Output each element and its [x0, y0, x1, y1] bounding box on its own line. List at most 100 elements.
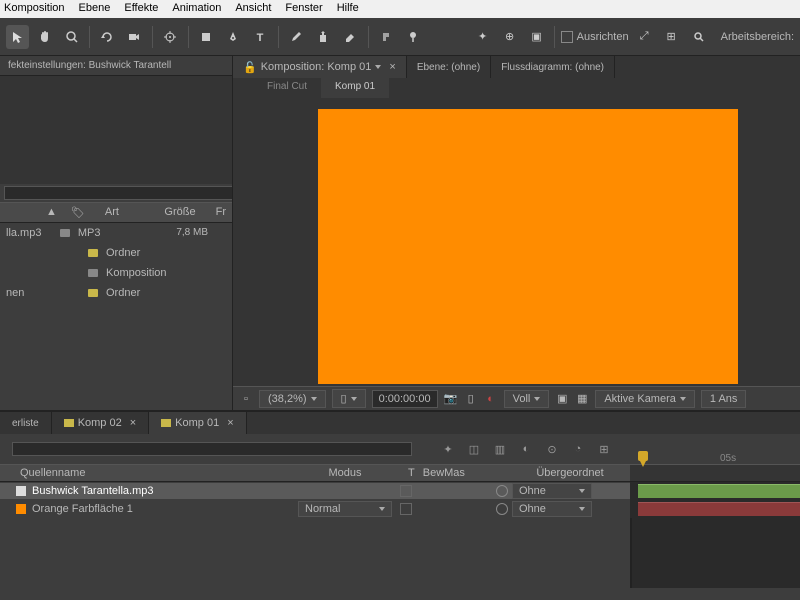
layer-track[interactable] [630, 482, 800, 500]
snap-grid-icon[interactable]: ⊞ [660, 25, 683, 49]
close-icon[interactable]: × [389, 61, 395, 73]
preserve-transparency-switch[interactable] [400, 503, 412, 515]
col-quellenname[interactable]: Quellenname [0, 465, 290, 481]
project-row[interactable]: Ordner [0, 243, 232, 263]
draft3d-icon[interactable]: ◫ [466, 441, 482, 457]
clone-tool[interactable] [312, 25, 335, 49]
timeline-tab-komp01[interactable]: Komp 01× [149, 412, 246, 434]
viewer-controls: ▫ (38,2%) ▯ 0:00:00:00 📷 ▯ ◐ Voll ▣ ▦ Ak… [233, 386, 800, 410]
tab-label: Komposition: Komp 01 [261, 61, 372, 73]
view-axis-icon[interactable]: ▣ [525, 25, 548, 49]
snapshot-icon[interactable]: 📷 [444, 392, 458, 406]
comp-mini-flow-icon[interactable]: ✦ [440, 441, 456, 457]
menu-animation[interactable]: Animation [172, 2, 221, 16]
motion-blur-icon[interactable]: ◐ [518, 441, 534, 457]
close-icon[interactable]: × [130, 417, 136, 429]
camera-tool[interactable] [123, 25, 146, 49]
file-icon [60, 229, 70, 237]
timeline-columns: Quellenname Modus TBewMas Übergeordnet [0, 464, 800, 482]
zoom-dropdown[interactable]: (38,2%) [259, 390, 326, 408]
solid-layer-icon [16, 504, 26, 514]
selection-tool[interactable] [6, 25, 29, 49]
menu-hilfe[interactable]: Hilfe [337, 2, 359, 16]
viewer-tab-layer[interactable]: Ebene: (ohne) [407, 56, 491, 78]
roi-icon[interactable]: ▣ [555, 392, 569, 406]
composition-canvas[interactable] [318, 109, 738, 384]
layer-search[interactable] [12, 442, 412, 456]
canvas-area[interactable] [233, 98, 800, 386]
transparency-grid-icon[interactable]: ▦ [575, 392, 589, 406]
layer-row[interactable]: Bushwick Tarantella.mp3 Ohne [0, 482, 800, 500]
anchor-tool[interactable] [159, 25, 182, 49]
pickwhip-icon[interactable] [496, 503, 508, 515]
always-preview-icon[interactable]: ▫ [239, 392, 253, 406]
col-modus[interactable]: Modus [290, 465, 400, 481]
col-switches[interactable]: TBewMas [400, 465, 510, 481]
channel-icon[interactable]: ◐ [484, 392, 498, 406]
mode-dropdown[interactable]: Normal [298, 501, 392, 517]
item-type: MP3 [78, 227, 158, 239]
project-row[interactable]: Komposition [0, 263, 232, 283]
preserve-transparency-switch[interactable] [400, 485, 412, 497]
menu-ebene[interactable]: Ebene [79, 2, 111, 16]
zoom-tool[interactable] [60, 25, 83, 49]
col-fr[interactable]: Fr [216, 206, 226, 219]
subtab-finalcut[interactable]: Final Cut [253, 78, 321, 98]
parent-dropdown[interactable]: Ohne [512, 501, 592, 517]
layer-bar[interactable] [638, 484, 800, 498]
eraser-tool[interactable] [339, 25, 362, 49]
col-groesse[interactable]: Größe [164, 206, 195, 219]
col-parent[interactable]: Übergeordnet [510, 465, 630, 481]
parent-dropdown[interactable]: Ohne [512, 483, 592, 499]
layer-track[interactable] [630, 500, 800, 518]
search-icon[interactable] [687, 25, 711, 49]
layer-name-text: Bushwick Tarantella.mp3 [32, 485, 153, 497]
brush-tool[interactable] [285, 25, 308, 49]
viewer-tab-composition[interactable]: 🔓 Komposition: Komp 01 × [233, 56, 407, 78]
graph-editor-icon[interactable]: ⊞ [596, 441, 612, 457]
project-header[interactable]: ▲ 🏷 Art Größe Fr [0, 202, 232, 223]
text-tool[interactable]: T [249, 25, 272, 49]
frame-blend-icon[interactable]: ▥ [492, 441, 508, 457]
menu-effekte[interactable]: Effekte [124, 2, 158, 16]
rotation-tool[interactable] [96, 25, 119, 49]
resolution-dropdown[interactable]: ▯ [332, 389, 366, 408]
menu-ansicht[interactable]: Ansicht [235, 2, 271, 16]
quality-dropdown[interactable]: Voll [504, 390, 550, 408]
local-axis-icon[interactable]: ✦ [471, 25, 494, 49]
viewer-tab-flowchart[interactable]: Flussdiagramm: (ohne) [491, 56, 615, 78]
roto-tool[interactable] [375, 25, 398, 49]
layer-row[interactable]: Orange Farbfläche 1 Normal Ohne [0, 500, 800, 518]
effects-panel-tab[interactable]: fekteinstellungen: Bushwick Tarantell [0, 56, 232, 76]
pickwhip-icon[interactable] [496, 485, 508, 497]
menu-fenster[interactable]: Fenster [285, 2, 322, 16]
layer-bar[interactable] [638, 502, 800, 516]
timeline-tab-render[interactable]: erliste [0, 412, 52, 434]
dropdown-icon[interactable] [375, 65, 381, 69]
hand-tool[interactable] [33, 25, 56, 49]
camera-dropdown[interactable]: Aktive Kamera [595, 390, 695, 408]
audio-layer-icon [16, 486, 26, 496]
pen-tool[interactable] [222, 25, 245, 49]
show-snapshot-icon[interactable]: ▯ [464, 392, 478, 406]
brainstorm-icon[interactable]: ⊙ [544, 441, 560, 457]
timeline-tabs: erliste Komp 02× Komp 01× [0, 412, 800, 434]
pin-tool[interactable] [402, 25, 425, 49]
project-row[interactable]: nen Ordner [0, 283, 232, 303]
timeline-tab-komp02[interactable]: Komp 02× [52, 412, 149, 434]
close-icon[interactable]: × [227, 417, 233, 429]
lock-icon: 🔓 [243, 61, 257, 74]
col-art[interactable]: Art [105, 206, 119, 219]
playhead[interactable] [636, 451, 650, 469]
snap-icon[interactable]: ⤢ [633, 25, 656, 49]
views-dropdown[interactable]: 1 Ans [701, 390, 747, 408]
ausrichten-checkbox[interactable] [561, 31, 573, 43]
menu-komposition[interactable]: Komposition [4, 2, 65, 16]
timecode-display[interactable]: 0:00:00:00 [372, 390, 438, 408]
rect-tool[interactable] [195, 25, 218, 49]
world-axis-icon[interactable]: ⊕ [498, 25, 521, 49]
autokey-icon[interactable]: ◔ [570, 441, 586, 457]
subtab-komp01[interactable]: Komp 01 [321, 78, 389, 98]
comp-icon [88, 269, 98, 277]
project-row[interactable]: lla.mp3 MP3 7,8 MB [0, 223, 232, 243]
